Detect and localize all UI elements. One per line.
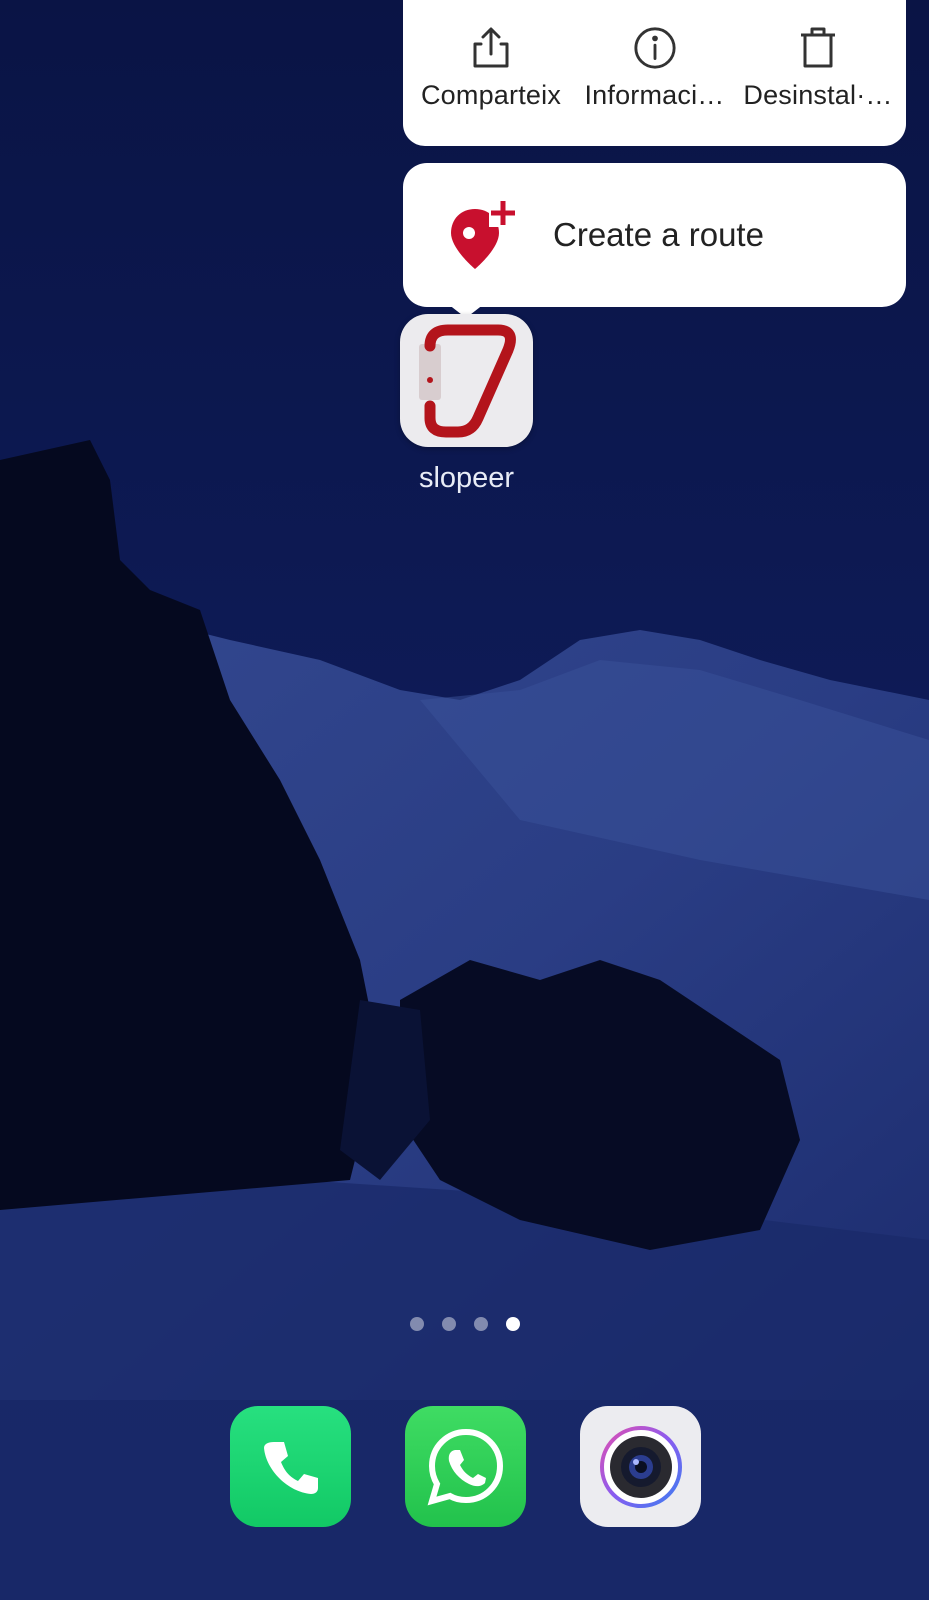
page-dot-active[interactable] [505, 1317, 520, 1331]
carabiner-icon [419, 324, 516, 438]
whatsapp-icon [427, 1428, 503, 1505]
share-action-button[interactable]: Comparteix [411, 0, 571, 146]
whatsapp-app-icon[interactable] [405, 1406, 526, 1527]
camera-icon [599, 1425, 682, 1508]
share-action-label: Comparteix [420, 80, 562, 110]
info-icon [633, 24, 677, 72]
page-indicator [0, 1317, 929, 1331]
trash-icon [796, 24, 840, 72]
page-dot[interactable] [441, 1317, 456, 1331]
uninstall-action-label: Desinstal·… [743, 80, 893, 110]
camera-app-icon[interactable] [580, 1406, 701, 1527]
info-action-label: Informaci… [584, 80, 725, 110]
add-location-pin-icon [443, 195, 523, 275]
slopeer-app-icon[interactable] [400, 314, 533, 447]
phone-app-icon[interactable] [230, 1406, 351, 1527]
create-route-shortcut[interactable]: Create a route [403, 163, 906, 307]
page-dot[interactable] [409, 1317, 424, 1331]
page-dot[interactable] [473, 1317, 488, 1331]
quick-actions-menu: Comparteix Informaci… Desinstal·… [403, 0, 906, 146]
phone-icon [263, 1441, 318, 1494]
share-icon [469, 24, 513, 72]
uninstall-action-button[interactable]: Desinstal·… [738, 0, 898, 146]
slopeer-app-label: slopeer [418, 462, 515, 494]
create-route-label: Create a route [553, 216, 764, 253]
info-action-button[interactable]: Informaci… [575, 0, 735, 146]
